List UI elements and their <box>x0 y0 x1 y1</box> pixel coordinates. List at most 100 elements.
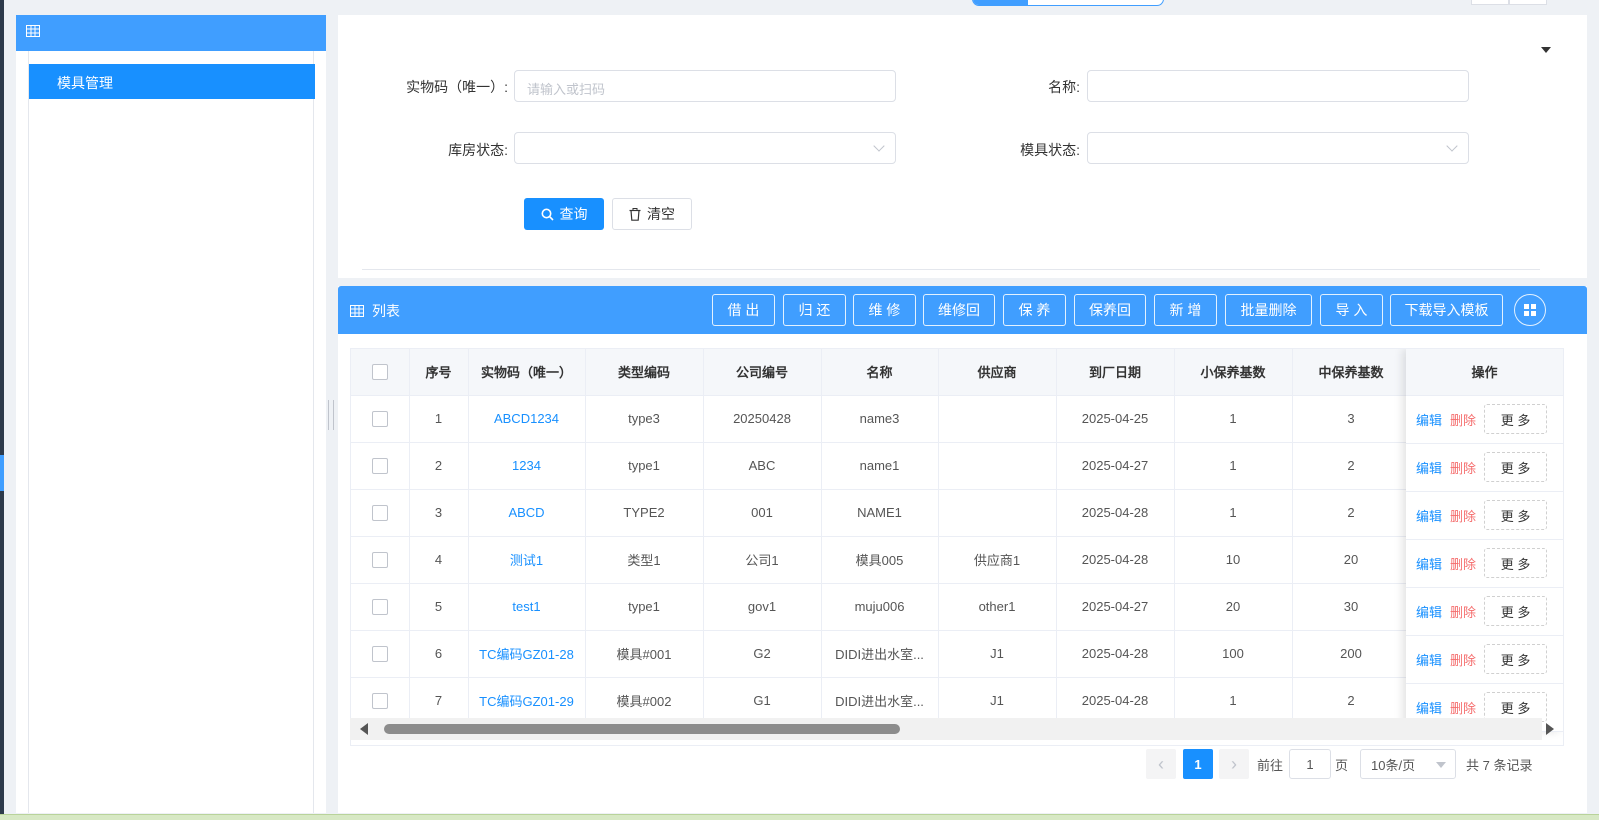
warehouse-status-select[interactable] <box>514 132 896 164</box>
batch-delete-button[interactable]: 批量删除 <box>1225 294 1312 326</box>
delete-link[interactable]: 删除 <box>1450 506 1476 525</box>
code-input[interactable]: 请输入或扫码 <box>514 70 896 102</box>
prev-page-button[interactable]: ‹ <box>1146 749 1176 779</box>
name-field-label: 名称: <box>1048 79 1080 95</box>
cell-code-link[interactable]: 测试1 <box>468 536 586 584</box>
cell-index: 6 <box>409 630 469 678</box>
row-actions: 编辑 删除更 多 <box>1406 444 1563 491</box>
delete-link[interactable]: 删除 <box>1450 698 1476 717</box>
select-all-cell <box>351 349 410 396</box>
scroll-left-arrow-icon[interactable] <box>360 723 368 735</box>
download-template-button[interactable]: 下载导入模板 <box>1390 294 1503 326</box>
column-header: 序号 <box>409 349 469 396</box>
maintain-return-button[interactable]: 保养回 <box>1074 294 1146 326</box>
row-select-cell <box>351 442 410 490</box>
tree-item-mold-management[interactable]: 模具管理 <box>29 64 315 99</box>
top-button-2[interactable] <box>1509 0 1547 5</box>
edit-link[interactable]: 编辑 <box>1416 602 1442 621</box>
column-header: 供应商 <box>938 349 1057 396</box>
page-size-select[interactable]: 10条/页 <box>1360 749 1456 779</box>
collapse-caret-icon[interactable] <box>1541 47 1551 53</box>
column-layout-button[interactable] <box>1514 294 1546 326</box>
cell-type: type3 <box>585 395 704 443</box>
row-select-cell <box>351 536 410 584</box>
name-input[interactable] <box>1087 70 1469 102</box>
edit-link[interactable]: 编辑 <box>1416 650 1442 669</box>
row-checkbox[interactable] <box>371 692 388 709</box>
cell-mid-maintenance: 20 <box>1292 536 1411 584</box>
edit-link[interactable]: 编辑 <box>1416 410 1442 429</box>
outer-edge-strip <box>0 0 4 820</box>
cell-date: 2025-04-28 <box>1056 677 1175 725</box>
repair-return-button[interactable]: 维修回 <box>923 294 995 326</box>
top-button-1[interactable] <box>1471 0 1509 5</box>
clear-button[interactable]: 清空 <box>612 198 692 230</box>
row-checkbox[interactable] <box>371 410 388 427</box>
delete-link[interactable]: 删除 <box>1450 458 1476 477</box>
cell-index: 1 <box>409 395 469 443</box>
cell-index: 4 <box>409 536 469 584</box>
top-switch-tab[interactable] <box>972 0 1164 6</box>
row-checkbox[interactable] <box>371 645 388 662</box>
cell-supplier: other1 <box>938 583 1057 631</box>
row-checkbox[interactable] <box>371 457 388 474</box>
warehouse-status-label: 库房状态: <box>448 142 508 158</box>
table-row: 3 ABCD TYPE2 001 NAME1 2025-04-28 1 2 <box>351 489 1563 537</box>
row-checkbox[interactable] <box>371 598 388 615</box>
return-button[interactable]: 归 还 <box>783 294 846 326</box>
more-button[interactable]: 更 多 <box>1484 644 1548 674</box>
horizontal-scrollbar[interactable] <box>350 718 1554 740</box>
add-button[interactable]: 新 增 <box>1154 294 1217 326</box>
download-template-button-label: 下载导入模板 <box>1404 302 1489 318</box>
cell-mid-maintenance: 200 <box>1292 630 1411 678</box>
edit-link[interactable]: 编辑 <box>1416 554 1442 573</box>
panel-splitter-handle[interactable] <box>328 400 334 430</box>
edit-link[interactable]: 编辑 <box>1416 458 1442 477</box>
cell-code-link[interactable]: 1234 <box>468 442 586 490</box>
edit-link[interactable]: 编辑 <box>1416 506 1442 525</box>
column-header: 公司编号 <box>703 349 822 396</box>
more-button[interactable]: 更 多 <box>1484 548 1548 578</box>
import-button[interactable]: 导 入 <box>1320 294 1383 326</box>
more-button[interactable]: 更 多 <box>1484 452 1548 482</box>
delete-link[interactable]: 删除 <box>1450 650 1476 669</box>
tree-item-label: 模具管理 <box>57 75 113 91</box>
cell-code-link[interactable]: TC编码GZ01-29 <box>468 677 586 725</box>
search-panel: 实物码（唯一）: 请输入或扫码 名称: 库房状态: 模具状态: 查询 清空 <box>338 15 1587 278</box>
repair-button[interactable]: 维 修 <box>853 294 916 326</box>
cell-date: 2025-04-27 <box>1056 583 1175 631</box>
more-button[interactable]: 更 多 <box>1484 404 1548 434</box>
delete-link[interactable]: 删除 <box>1450 410 1476 429</box>
select-all-checkbox[interactable] <box>371 364 388 381</box>
more-button[interactable]: 更 多 <box>1484 596 1548 626</box>
cell-index: 3 <box>409 489 469 537</box>
category-tree: 模具管理 <box>28 51 315 813</box>
cell-company: G1 <box>703 677 822 725</box>
delete-link[interactable]: 删除 <box>1450 602 1476 621</box>
row-checkbox[interactable] <box>371 504 388 521</box>
table-row: 6 TC编码GZ01-28 模具#001 G2 DIDI进出水室... J1 2… <box>351 630 1563 678</box>
page-number-current[interactable]: 1 <box>1183 749 1213 779</box>
cell-type: 模具#001 <box>585 630 704 678</box>
goto-page-input[interactable]: 1 <box>1289 749 1331 779</box>
more-button[interactable]: 更 多 <box>1484 500 1548 530</box>
cell-code-link[interactable]: ABCD <box>468 489 586 537</box>
query-button[interactable]: 查询 <box>524 198 604 230</box>
row-checkbox[interactable] <box>371 551 388 568</box>
edit-link[interactable]: 编辑 <box>1416 698 1442 717</box>
cell-small-maintenance: 1 <box>1174 677 1293 725</box>
column-header: 名称 <box>821 349 939 396</box>
next-page-button[interactable]: › <box>1219 749 1249 779</box>
cell-code-link[interactable]: ABCD1234 <box>468 395 586 443</box>
cell-code-link[interactable]: test1 <box>468 583 586 631</box>
borrow-button[interactable]: 借 出 <box>712 294 775 326</box>
maintain-button[interactable]: 保 养 <box>1003 294 1066 326</box>
delete-link[interactable]: 删除 <box>1450 554 1476 573</box>
cell-code-link[interactable]: TC编码GZ01-28 <box>468 630 586 678</box>
mold-status-select[interactable] <box>1087 132 1469 164</box>
cell-supplier: J1 <box>938 630 1057 678</box>
cell-company: 公司1 <box>703 536 822 584</box>
scroll-right-arrow-icon[interactable] <box>1546 723 1554 735</box>
cell-small-maintenance: 1 <box>1174 489 1293 537</box>
scrollbar-thumb[interactable] <box>384 724 900 734</box>
